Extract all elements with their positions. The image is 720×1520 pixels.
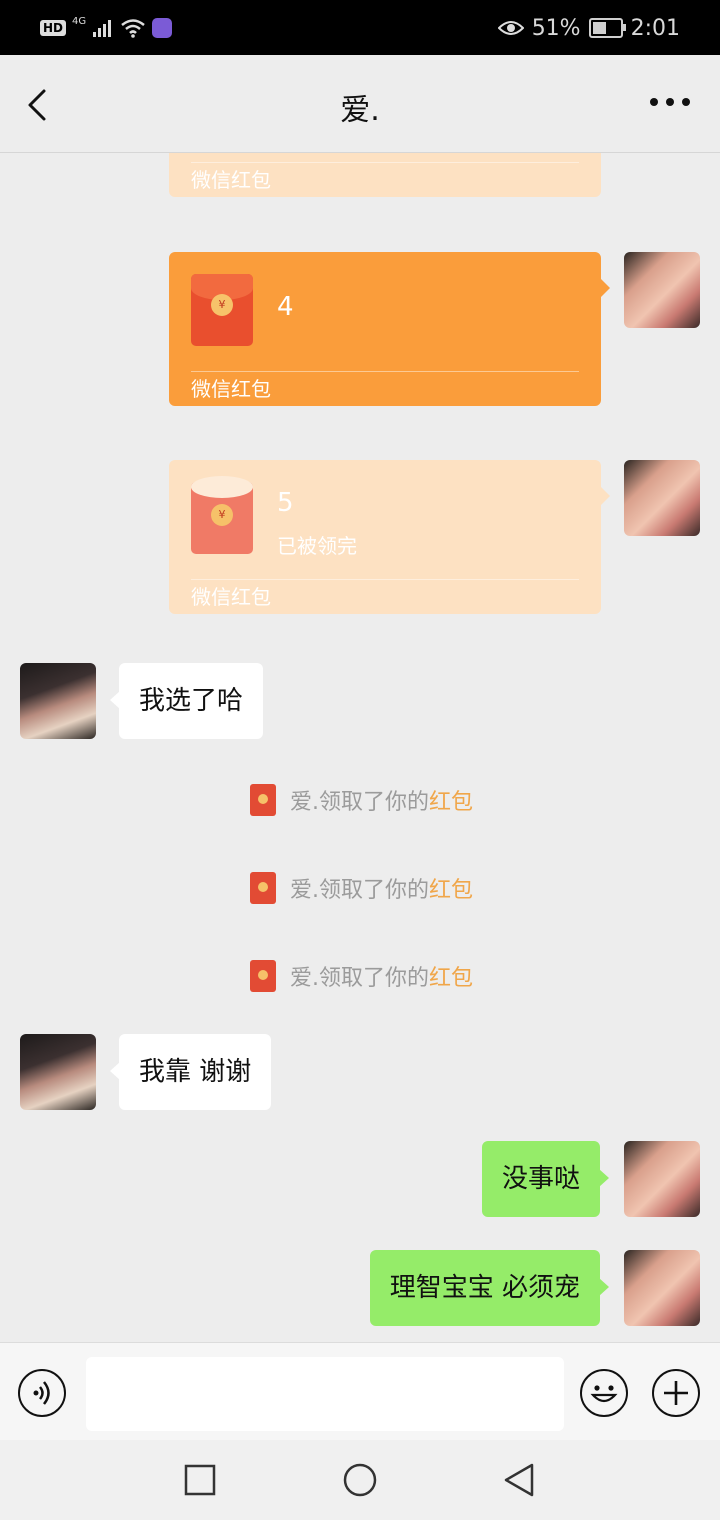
input-bar [0, 1342, 720, 1441]
notice-text: 爱.领取了你的 [290, 878, 429, 903]
system-notice: 爱.领取了你的红包 [250, 959, 473, 993]
voice-icon[interactable] [18, 1369, 66, 1417]
my-message-bubble[interactable]: 理智宝宝 必须宠 [369, 1250, 609, 1326]
red-packet-status: 已被领完 [277, 534, 357, 558]
square-icon[interactable] [184, 1464, 216, 1496]
system-notice: 爱.领取了你的红包 [250, 871, 473, 905]
clock: 2:01 [630, 15, 680, 41]
opened-envelope-icon: ¥ [191, 476, 253, 554]
red-envelope-icon: ¥ [191, 274, 253, 346]
status-right: 51% 2:01 [497, 14, 680, 42]
message-bubble[interactable]: 我靠 谢谢 [110, 1034, 272, 1110]
eye-comfort-icon [497, 21, 524, 35]
chat-title: 爱. [340, 93, 380, 128]
plus-icon[interactable] [652, 1369, 700, 1417]
battery-icon [588, 18, 626, 38]
message-text: 我靠 谢谢 [139, 1057, 252, 1087]
my-avatar[interactable] [624, 1141, 700, 1217]
system-notice: 爱.领取了你的红包 [250, 783, 473, 817]
notice-link[interactable]: 红包 [429, 790, 473, 815]
message-bubble[interactable]: 我选了哈 [110, 663, 264, 739]
my-avatar[interactable] [624, 1250, 700, 1326]
red-packet[interactable]: 微信红包 [169, 153, 601, 197]
red-packet-footer: 微信红包 [191, 162, 579, 197]
emoji-icon[interactable] [580, 1369, 628, 1417]
notice-text: 爱.领取了你的 [290, 790, 429, 815]
notice-link[interactable]: 红包 [429, 966, 473, 991]
notice-link[interactable]: 红包 [429, 878, 473, 903]
red-packet-amount: 4 [277, 292, 294, 322]
red-envelope-icon [250, 784, 276, 816]
more-dots-icon[interactable] [648, 87, 692, 117]
contact-avatar[interactable] [20, 1034, 96, 1110]
battery-percent: 51% [531, 15, 581, 41]
chat-header: 爱. [0, 55, 720, 153]
wifi-icon [121, 19, 145, 38]
red-packet[interactable]: ¥ 4 微信红包 [169, 252, 610, 406]
network-type: 4G [72, 16, 87, 27]
chat-area[interactable]: 微信红包 ¥ 4 微信红包 ¥ 5 已被领完 微信红包 我选了哈 爱.领取了你的… [0, 153, 720, 1342]
red-envelope-icon [250, 960, 276, 992]
circle-icon[interactable] [342, 1462, 378, 1498]
notice-text: 爱.领取了你的 [290, 966, 429, 991]
red-envelope-icon [250, 872, 276, 904]
red-packet-footer: 微信红包 [191, 579, 579, 614]
hd-badge: HD [40, 20, 67, 36]
red-packet-amount: 5 [277, 488, 294, 518]
system-nav-bar [0, 1440, 720, 1520]
triangle-back-icon[interactable] [502, 1462, 536, 1498]
status-bar: HD 4G 51% 2:01 [0, 0, 720, 55]
my-avatar[interactable] [624, 252, 700, 328]
message-input[interactable] [86, 1357, 564, 1431]
red-packet-claimed[interactable]: ¥ 5 已被领完 微信红包 [169, 460, 610, 614]
my-avatar[interactable] [624, 460, 700, 536]
my-message-bubble[interactable]: 没事哒 [481, 1141, 609, 1217]
contact-avatar[interactable] [20, 663, 96, 739]
message-text: 理智宝宝 必须宠 [389, 1273, 580, 1303]
app-notification-icon [152, 18, 173, 38]
message-text: 没事哒 [501, 1164, 580, 1194]
red-packet-footer: 微信红包 [191, 371, 579, 406]
signal-icon [93, 20, 112, 37]
status-left: HD 4G [40, 14, 173, 42]
message-text: 我选了哈 [139, 686, 244, 716]
